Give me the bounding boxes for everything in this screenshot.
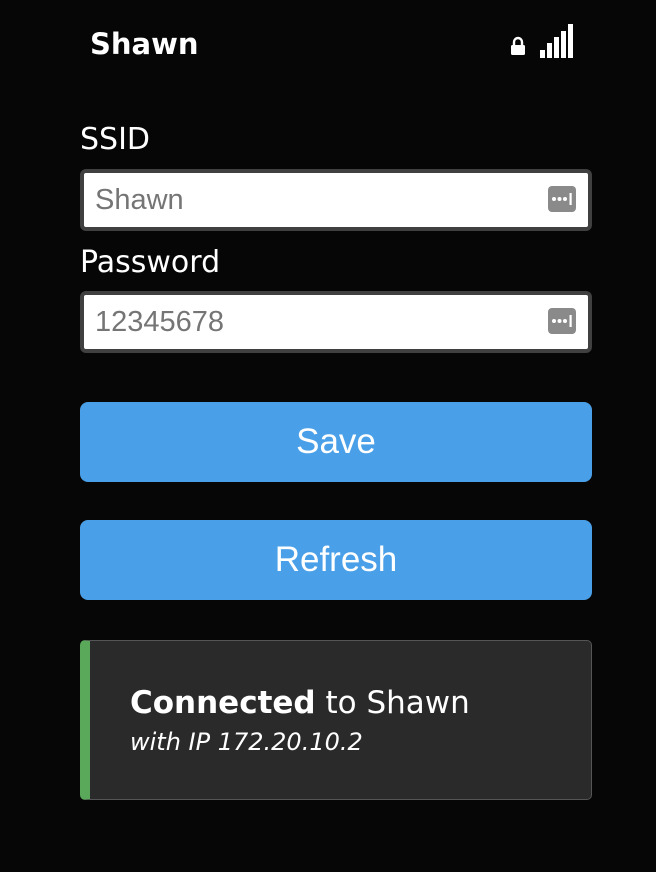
password-input[interactable] <box>84 295 588 349</box>
password-field-wrapper <box>80 291 592 353</box>
password-key-icon[interactable] <box>548 308 576 334</box>
connected-network: to Shawn <box>325 685 470 721</box>
ssid-label: SSID <box>80 122 151 157</box>
connection-status-box: Connected to Shawn with IP 172.20.10.2 <box>80 640 592 800</box>
connection-state: Connected <box>130 685 316 721</box>
password-key-icon[interactable] <box>548 186 576 212</box>
ssid-input[interactable] <box>84 173 588 227</box>
network-name: Shawn <box>90 27 199 61</box>
ssid-field-wrapper <box>80 169 592 231</box>
status-header: Shawn <box>90 22 574 66</box>
lock-icon <box>511 36 525 55</box>
ip-address: with IP 172.20.10.2 <box>130 728 363 756</box>
signal-strength-icon <box>540 24 573 58</box>
password-label: Password <box>80 245 221 280</box>
connection-status: Connected to Shawn <box>130 683 470 723</box>
refresh-button[interactable]: Refresh <box>80 520 592 600</box>
save-button[interactable]: Save <box>80 402 592 482</box>
